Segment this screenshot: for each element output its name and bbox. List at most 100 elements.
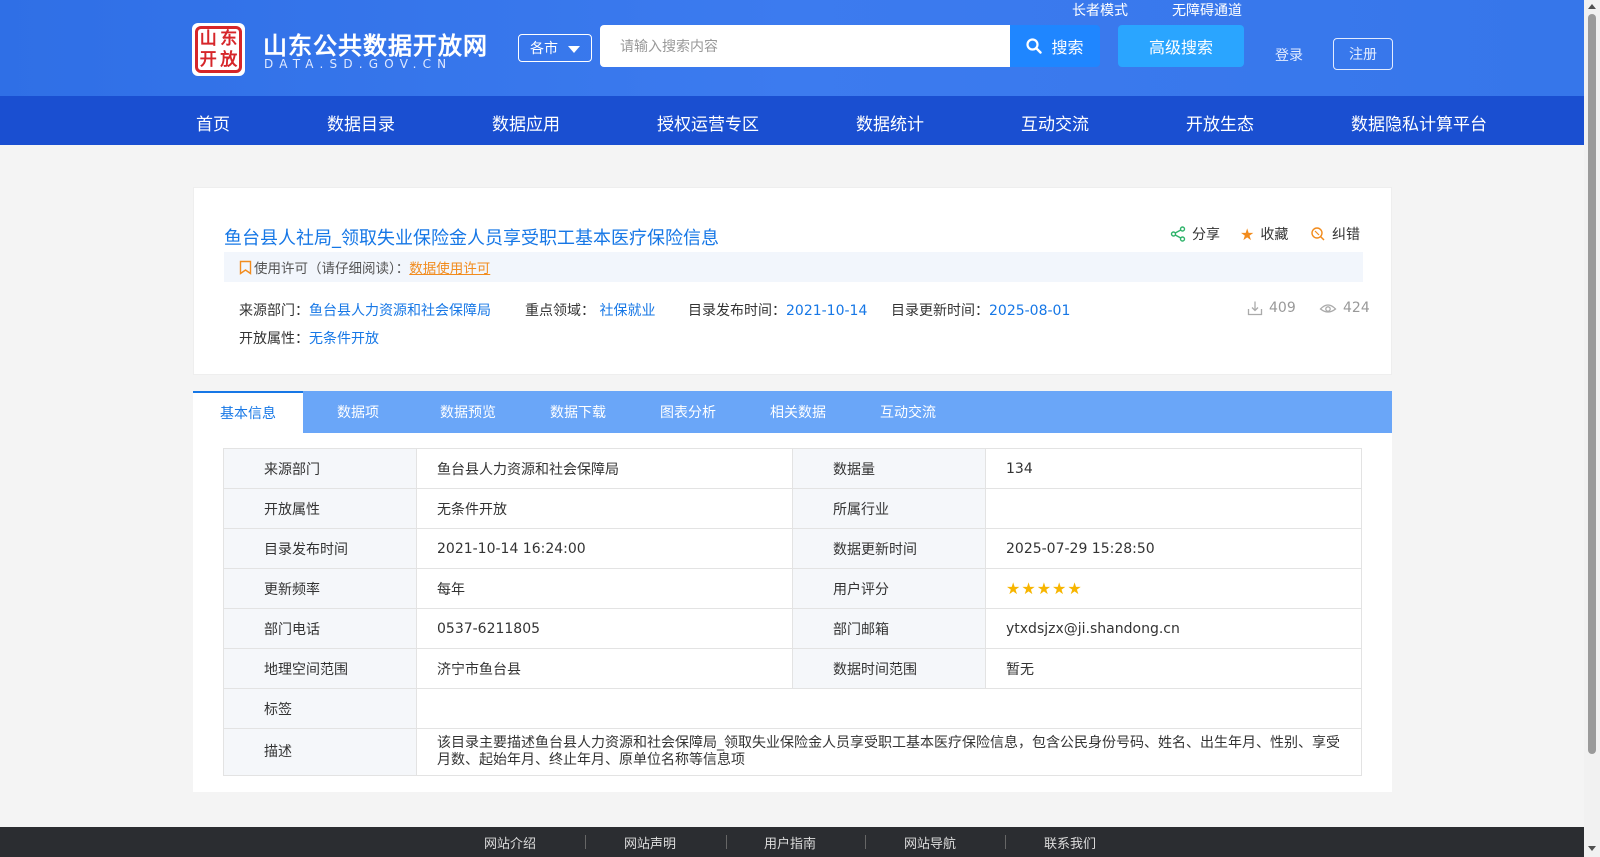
description-value: 该目录主要描述鱼台县人力资源和社会保障局_领取失业保险金人员享受职工基本医疗保险… — [416, 728, 1362, 776]
search-input[interactable] — [600, 25, 1010, 67]
cell-value: 2021-10-14 16:24:00 — [416, 528, 793, 569]
favorite-label: 收藏 — [1260, 227, 1289, 243]
source-value[interactable]: 鱼台县人力资源和社会保障局 — [309, 303, 491, 319]
footer-divider — [865, 835, 866, 849]
share-button[interactable]: 分享 — [1170, 224, 1220, 244]
nav-item-apps[interactable]: 数据应用 — [492, 110, 560, 135]
open-label: 开放属性： — [239, 331, 309, 347]
table-row: 目录发布时间 2021-10-14 16:24:00 数据更新时间 2025-0… — [223, 528, 1362, 569]
updated-label: 目录更新时间： — [891, 303, 989, 319]
user-rating: ★★★★★ — [985, 568, 1362, 609]
cell-value — [985, 488, 1362, 529]
seal-char: 东 — [220, 29, 238, 49]
published-label: 目录发布时间： — [688, 303, 786, 319]
search-icon — [1026, 38, 1043, 54]
cell-label: 所属行业 — [792, 488, 986, 529]
update-time: 目录更新时间：2025-08-01 — [891, 300, 1070, 320]
main-nav: 首页 数据目录 数据应用 授权运营专区 数据统计 互动交流 开放生态 数据隐私计… — [0, 96, 1584, 145]
cell-value: 0537-6211805 — [416, 608, 793, 649]
open-value: 无条件开放 — [309, 331, 379, 347]
tab-interaction[interactable]: 互动交流 — [853, 391, 963, 433]
view-count-value: 424 — [1343, 300, 1370, 316]
search-button-label: 搜索 — [1051, 38, 1084, 57]
table-row: 地理空间范围 济宁市鱼台县 数据时间范围 暂无 — [223, 648, 1362, 689]
tab-data-items[interactable]: 数据项 — [303, 391, 413, 433]
rating-stars-icon: ★★★★★ — [1006, 579, 1083, 598]
eye-icon — [1319, 304, 1337, 313]
tab-related-data[interactable]: 相关数据 — [743, 391, 853, 433]
cell-label: 开放属性 — [223, 488, 417, 529]
cell-label: 更新频率 — [223, 568, 417, 609]
footer-link-guide[interactable]: 用户指南 — [764, 833, 816, 852]
nav-item-home[interactable]: 首页 — [196, 110, 230, 135]
site-header: 山 东 开 放 山东公共数据开放网 DATA.SD.GOV.CN 各市 搜索 高… — [0, 0, 1584, 96]
elder-mode-link[interactable]: 长者模式 — [1072, 0, 1128, 20]
nav-item-authorized-ops[interactable]: 授权运营专区 — [657, 110, 759, 135]
table-row: 标签 — [223, 688, 1362, 729]
footer-link-statement[interactable]: 网站声明 — [624, 833, 676, 852]
domain-value[interactable]: 社保就业 — [599, 303, 655, 319]
cell-label: 数据时间范围 — [792, 648, 986, 689]
favorite-button[interactable]: ★ 收藏 — [1240, 224, 1288, 244]
tab-basic-info[interactable]: 基本信息 — [193, 391, 303, 433]
scrollbar-thumb[interactable] — [1588, 14, 1596, 754]
table-row: 部门电话 0537-6211805 部门邮箱 ytxdsjzx@ji.shand… — [223, 608, 1362, 649]
correction-button[interactable]: 纠错 — [1310, 224, 1360, 244]
source-label: 来源部门： — [239, 303, 309, 319]
accessibility-link[interactable]: 无障碍通道 — [1172, 0, 1242, 20]
license-label: 使用许可（请仔细阅读）： — [254, 261, 410, 277]
footer-link-sitemap[interactable]: 网站导航 — [904, 833, 956, 852]
cell-value: 2025-07-29 15:28:50 — [985, 528, 1362, 569]
download-count: 409 — [1247, 300, 1296, 316]
cell-label: 目录发布时间 — [223, 528, 417, 569]
license-link[interactable]: 数据使用许可 — [409, 257, 490, 277]
cell-label: 部门电话 — [223, 608, 417, 649]
search-button[interactable]: 搜索 — [1010, 25, 1100, 67]
key-domain: 重点领域： 社保就业 — [525, 300, 655, 320]
source-department: 来源部门：鱼台县人力资源和社会保障局 — [239, 300, 491, 320]
register-button[interactable]: 注册 — [1333, 38, 1393, 70]
site-logo-seal[interactable]: 山 东 开 放 — [192, 23, 245, 76]
scroll-down-icon[interactable] — [1588, 846, 1596, 851]
cell-value: 济宁市鱼台县 — [416, 648, 793, 689]
nav-item-privacy-computing[interactable]: 数据隐私计算平台 — [1351, 110, 1487, 135]
seal-char: 开 — [199, 49, 217, 70]
basic-info-table: 来源部门 鱼台县人力资源和社会保障局 数据量 134 开放属性 无条件开放 所属… — [223, 448, 1362, 776]
scroll-up-icon[interactable] — [1588, 4, 1596, 9]
correction-icon — [1311, 227, 1325, 241]
city-select[interactable]: 各市 — [518, 34, 592, 62]
login-link[interactable]: 登录 — [1275, 45, 1303, 65]
footer-divider — [1005, 835, 1006, 849]
site-footer: 网站介绍 网站声明 用户指南 网站导航 联系我们 — [0, 827, 1584, 857]
footer-divider — [585, 835, 586, 849]
tab-data-download[interactable]: 数据下载 — [523, 391, 633, 433]
footer-link-contact[interactable]: 联系我们 — [1044, 833, 1096, 852]
cell-label: 用户评分 — [792, 568, 986, 609]
site-title[interactable]: 山东公共数据开放网 — [263, 26, 488, 61]
correction-label: 纠错 — [1332, 227, 1360, 243]
nav-item-catalog[interactable]: 数据目录 — [327, 110, 395, 135]
tab-data-preview[interactable]: 数据预览 — [413, 391, 523, 433]
cell-label: 来源部门 — [223, 448, 417, 489]
advanced-search-button[interactable]: 高级搜索 — [1118, 25, 1244, 67]
seal-char: 放 — [220, 49, 238, 70]
nav-item-ecosystem[interactable]: 开放生态 — [1186, 110, 1254, 135]
footer-link-about[interactable]: 网站介绍 — [484, 833, 536, 852]
table-row: 来源部门 鱼台县人力资源和社会保障局 数据量 134 — [223, 448, 1362, 489]
cell-label: 数据更新时间 — [792, 528, 986, 569]
cell-label: 标签 — [223, 688, 417, 729]
table-row: 描述 该目录主要描述鱼台县人力资源和社会保障局_领取失业保险金人员享受职工基本医… — [223, 728, 1362, 776]
cell-value — [416, 688, 1362, 729]
share-icon — [1170, 226, 1186, 242]
cell-value: 鱼台县人力资源和社会保障局 — [416, 448, 793, 489]
page-scrollbar[interactable] — [1584, 0, 1600, 857]
detail-tabs: 基本信息 数据项 数据预览 数据下载 图表分析 相关数据 互动交流 — [193, 391, 1392, 433]
nav-item-interaction[interactable]: 互动交流 — [1021, 110, 1089, 135]
publish-time: 目录发布时间：2021-10-14 — [688, 300, 867, 320]
cell-label: 部门邮箱 — [792, 608, 986, 649]
cell-value: 134 — [985, 448, 1362, 489]
footer-divider — [726, 835, 727, 849]
nav-item-statistics[interactable]: 数据统计 — [856, 110, 924, 135]
cell-label: 地理空间范围 — [223, 648, 417, 689]
tab-chart-analysis[interactable]: 图表分析 — [633, 391, 743, 433]
